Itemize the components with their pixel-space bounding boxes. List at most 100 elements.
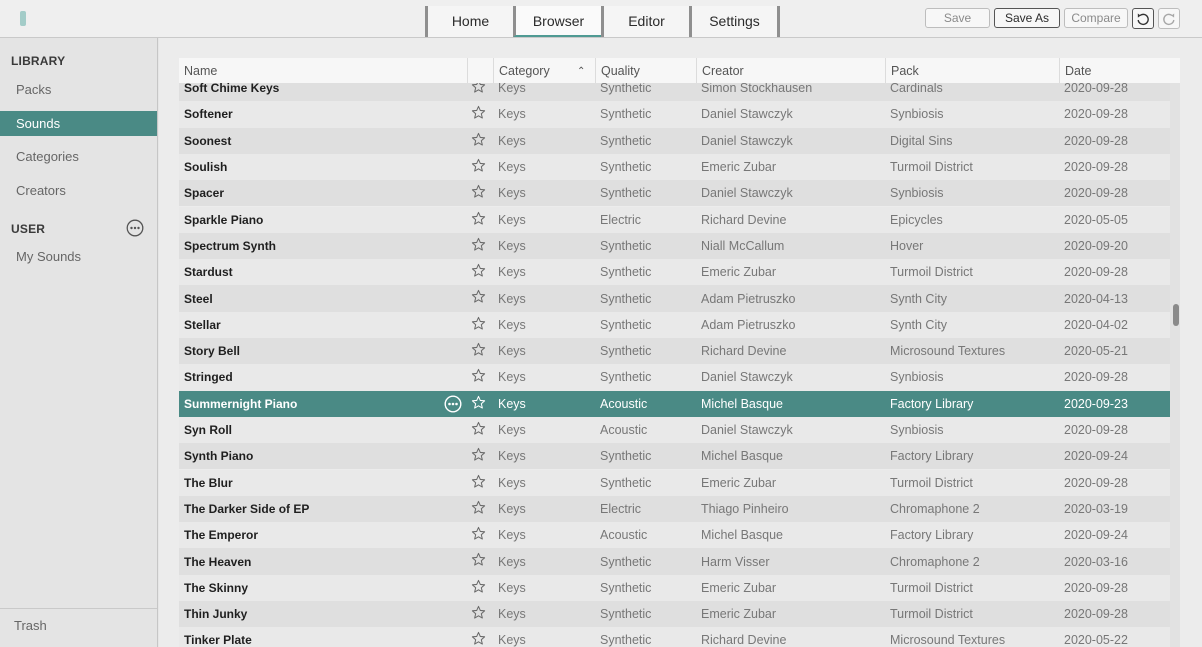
sound-pack: Microsound Textures xyxy=(890,344,1006,359)
sound-date: 2020-03-19 xyxy=(1064,501,1128,516)
sound-name: The Heaven xyxy=(184,554,252,569)
favorite-star-icon[interactable] xyxy=(471,421,486,439)
favorite-star-icon[interactable] xyxy=(471,184,486,202)
sidebar-item-sounds[interactable]: Sounds xyxy=(0,111,157,136)
sound-pack: Hover xyxy=(890,238,924,253)
table-row[interactable]: Steel Keys Synthetic Adam Pietruszko Synth C… xyxy=(179,285,1170,312)
table-row[interactable]: Stringed Keys Synthetic Daniel Stawczyk Synb… xyxy=(179,364,1170,391)
favorite-star-icon[interactable] xyxy=(471,395,486,413)
row-more-icon[interactable] xyxy=(444,395,462,416)
sound-date: 2020-05-05 xyxy=(1064,212,1128,227)
sound-creator: Michel Basque xyxy=(701,396,783,411)
favorite-star-icon[interactable] xyxy=(471,237,486,255)
top-bar: Home Browser Editor Settings Save Save A… xyxy=(0,0,1202,38)
sound-category: Keys xyxy=(498,83,526,96)
column-header-pack[interactable]: Pack xyxy=(885,58,1059,83)
column-header-favorite[interactable] xyxy=(467,58,493,83)
sound-category: Keys xyxy=(498,528,526,543)
favorite-star-icon[interactable] xyxy=(471,605,486,623)
table-row[interactable]: The Darker Side of EP Keys Electric Thiago … xyxy=(179,495,1170,523)
undo-button[interactable] xyxy=(1132,8,1154,29)
table-row[interactable]: Spacer Keys Synthetic Daniel Stawczyk Synbio… xyxy=(179,180,1170,207)
favorite-star-icon[interactable] xyxy=(471,368,486,386)
browser-panel: Name Category ⌃ Quality Creator Pack Dat… xyxy=(159,38,1202,647)
column-header-name[interactable]: Name xyxy=(179,58,467,83)
scrollbar-track[interactable] xyxy=(1170,83,1180,647)
table-row[interactable]: Soulish Keys Synthetic Emeric Zubar Turmoil … xyxy=(179,153,1170,181)
column-header-creator[interactable]: Creator xyxy=(696,58,885,83)
save-button[interactable]: Save xyxy=(925,8,990,28)
sound-creator: Richard Devine xyxy=(701,633,787,647)
sound-quality: Synthetic xyxy=(600,317,652,332)
table-row[interactable]: Sparkle Piano Keys Electric Richard Devine E… xyxy=(179,206,1170,233)
sound-category: Keys xyxy=(498,449,526,464)
tab-home[interactable]: Home xyxy=(425,6,513,37)
table-row[interactable]: Stellar Keys Synthetic Adam Pietruszko Synth… xyxy=(179,311,1170,338)
sidebar-item-categories[interactable]: Categories xyxy=(0,144,157,169)
table-row[interactable]: The Heaven Keys Synthetic Harm Visser Chroma… xyxy=(179,548,1170,575)
table-row[interactable]: The Emperor Keys Acoustic Michel Basque Fact… xyxy=(179,522,1170,549)
favorite-star-icon[interactable] xyxy=(471,500,486,518)
tab-editor[interactable]: Editor xyxy=(601,6,689,37)
tab-browser[interactable]: Browser xyxy=(513,6,601,37)
sound-quality: Acoustic xyxy=(600,423,648,438)
sound-pack: Digital Sins xyxy=(890,133,953,148)
window-handle[interactable] xyxy=(20,11,26,26)
compare-button[interactable]: Compare xyxy=(1064,8,1128,28)
sound-date: 2020-09-28 xyxy=(1064,475,1128,490)
favorite-star-icon[interactable] xyxy=(471,316,486,334)
favorite-star-icon[interactable] xyxy=(471,447,486,465)
favorite-star-icon[interactable] xyxy=(471,552,486,570)
user-more-icon[interactable] xyxy=(126,219,144,242)
save-as-button[interactable]: Save As xyxy=(994,8,1060,28)
scrollbar-thumb[interactable] xyxy=(1173,304,1179,326)
table-row[interactable]: Soonest Keys Synthetic Daniel Stawczyk Digit… xyxy=(179,127,1170,154)
favorite-star-icon[interactable] xyxy=(471,289,486,307)
favorite-star-icon[interactable] xyxy=(471,631,486,647)
table-row[interactable]: The Blur Keys Synthetic Emeric Zubar Turmoil… xyxy=(179,469,1170,496)
tab-settings[interactable]: Settings xyxy=(689,6,780,37)
sound-quality: Acoustic xyxy=(600,528,648,543)
sound-creator: Richard Devine xyxy=(701,344,787,359)
favorite-star-icon[interactable] xyxy=(471,132,486,150)
sound-date: 2020-09-23 xyxy=(1064,396,1128,411)
table-row[interactable]: Tinker Plate Keys Synthetic Richard Devine M… xyxy=(179,627,1170,647)
table-row[interactable]: Spectrum Synth Keys Synthetic Niall McCallu… xyxy=(179,232,1170,260)
sort-ascending-icon: ⌃ xyxy=(577,66,586,77)
sound-pack: Factory Library xyxy=(890,396,974,411)
favorite-star-icon[interactable] xyxy=(471,474,486,492)
table-row[interactable]: The Skinny Keys Synthetic Emeric Zubar Turmo… xyxy=(179,574,1170,601)
redo-button[interactable] xyxy=(1158,8,1180,29)
sound-name: Sparkle Piano xyxy=(184,212,264,227)
favorite-star-icon[interactable] xyxy=(471,526,486,544)
favorite-star-icon[interactable] xyxy=(471,579,486,597)
favorite-star-icon[interactable] xyxy=(471,263,486,281)
sidebar-item-trash[interactable]: Trash xyxy=(14,618,47,633)
favorite-star-icon[interactable] xyxy=(471,83,486,97)
sound-pack: Chromaphone 2 xyxy=(890,501,980,516)
column-header-date[interactable]: Date xyxy=(1059,58,1180,83)
favorite-star-icon[interactable] xyxy=(471,211,486,229)
column-header-quality[interactable]: Quality xyxy=(595,58,696,83)
sidebar-item-my-sounds[interactable]: My Sounds xyxy=(0,244,157,269)
sound-quality: Synthetic xyxy=(600,107,652,122)
table-row[interactable]: Soft Chime Keys Keys Synthetic Simon Stockh… xyxy=(179,83,1170,102)
table-row[interactable]: Summernight Piano Keys Acoustic Michel Basq… xyxy=(179,390,1170,417)
table-row[interactable]: Synth Piano Keys Synthetic Michel Basque Fac… xyxy=(179,443,1170,470)
column-header-category[interactable]: Category ⌃ xyxy=(493,58,595,83)
sound-creator: Daniel Stawczyk xyxy=(701,186,793,201)
sound-creator: Daniel Stawczyk xyxy=(701,107,793,122)
table-row[interactable]: Softener Keys Synthetic Daniel Stawczyk Synb… xyxy=(179,101,1170,128)
sidebar-item-creators[interactable]: Creators xyxy=(0,178,157,203)
favorite-star-icon[interactable] xyxy=(471,105,486,123)
table-row[interactable]: Story Bell Keys Synthetic Richard Devine Mic… xyxy=(179,338,1170,365)
main-tabs: Home Browser Editor Settings xyxy=(425,6,780,38)
table-row[interactable]: Syn Roll Keys Acoustic Daniel Stawczyk Synbi… xyxy=(179,416,1170,444)
sound-creator: Emeric Zubar xyxy=(701,580,777,595)
favorite-star-icon[interactable] xyxy=(471,342,486,360)
favorite-star-icon[interactable] xyxy=(471,158,486,176)
sidebar-item-packs[interactable]: Packs xyxy=(0,77,157,102)
table-row[interactable]: Thin Junky Keys Synthetic Emeric Zubar Turmo… xyxy=(179,601,1170,628)
user-section-title: USER xyxy=(11,222,46,236)
table-row[interactable]: Stardust Keys Synthetic Emeric Zubar Turmoil… xyxy=(179,259,1170,286)
